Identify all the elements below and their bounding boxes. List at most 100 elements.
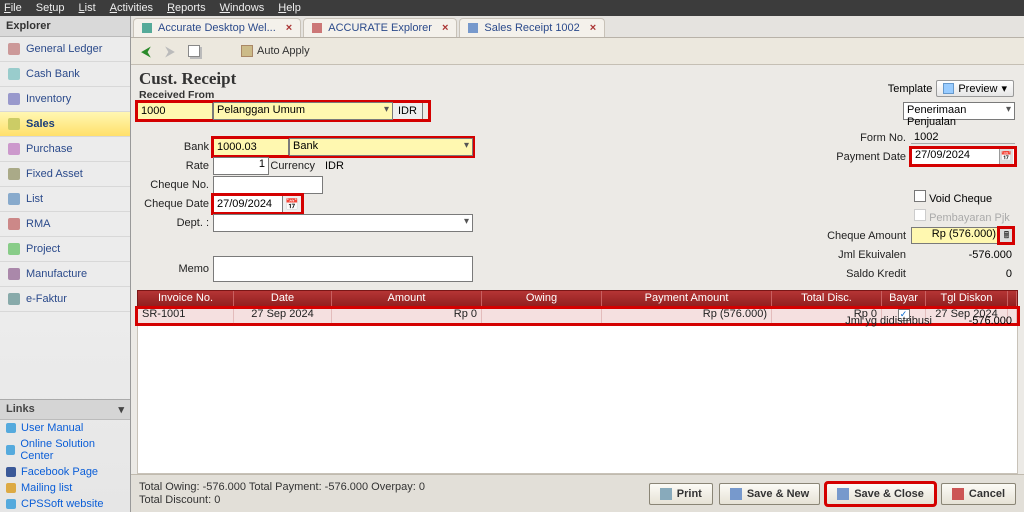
close-icon[interactable]: × — [590, 22, 596, 34]
bank-code-input[interactable] — [213, 138, 289, 156]
sidebar-item-cash-bank[interactable]: Cash Bank — [0, 62, 130, 87]
form-no-value: 1002 — [911, 131, 1015, 144]
cheque-amount-input[interactable]: Rp (576.000)🖩 — [911, 227, 1015, 244]
facebook-icon — [6, 467, 16, 477]
link-mailing-list[interactable]: Mailing list — [0, 480, 130, 496]
sidebar-item-list[interactable]: List — [0, 187, 130, 212]
col-date[interactable]: Date — [234, 291, 332, 307]
pembayaran-pjk-label: Pembayaran Pjk — [929, 212, 1010, 224]
customer-name-select[interactable]: Pelanggan Umum — [213, 102, 393, 120]
menubar: File Setup List Activities Reports Windo… — [0, 0, 1024, 16]
saldo-label: Saldo Kredit — [807, 268, 911, 280]
rate-value: 1 — [213, 157, 269, 175]
web-icon — [6, 499, 16, 509]
menu-help[interactable]: Help — [278, 2, 301, 14]
save-icon — [730, 488, 742, 500]
dept-label: Dept. : — [137, 217, 213, 229]
customer-code-input[interactable] — [137, 102, 213, 120]
cancel-icon — [952, 488, 964, 500]
sales-icon — [8, 118, 20, 130]
links-expand-icon[interactable]: ▾ — [118, 403, 124, 416]
menu-list[interactable]: List — [79, 2, 96, 14]
col-owing[interactable]: Owing — [482, 291, 602, 307]
sidebar-item-project[interactable]: Project — [0, 237, 130, 262]
cheque-date-input[interactable] — [213, 195, 283, 213]
calendar-button[interactable]: 📅 — [283, 195, 302, 213]
template-label: Template — [888, 83, 933, 95]
link-cpssoft[interactable]: CPSSoft website — [0, 496, 130, 512]
template-select[interactable]: Penerimaan Penjualan — [903, 102, 1015, 120]
mail-icon — [6, 483, 16, 493]
col-payment[interactable]: Payment Amount — [602, 291, 772, 307]
rate-label: Rate — [137, 160, 213, 172]
col-invoice-no[interactable]: Invoice No. — [138, 291, 234, 307]
tab-welcome[interactable]: Accurate Desktop Wel...× — [133, 18, 301, 37]
tab-sales-receipt[interactable]: Sales Receipt 1002× — [459, 18, 605, 37]
currency-value: IDR — [319, 160, 344, 172]
void-cheque-label: Void Cheque — [929, 193, 992, 205]
memo-label: Memo — [137, 263, 213, 275]
arrow-left-icon: ⮜ — [141, 43, 151, 60]
globe-icon — [6, 445, 15, 455]
menu-activities[interactable]: Activities — [110, 2, 153, 14]
sidebar-item-rma[interactable]: RMA — [0, 212, 130, 237]
currency-label: Currency — [269, 160, 319, 172]
print-button[interactable]: Print — [649, 483, 713, 505]
copy-button[interactable] — [185, 42, 203, 60]
sidebar-item-efaktur[interactable]: e-Faktur — [0, 287, 130, 312]
help-icon — [6, 423, 16, 433]
tab-explorer[interactable]: ACCURATE Explorer× — [303, 18, 457, 37]
main-area: Accurate Desktop Wel...× ACCURATE Explor… — [131, 16, 1024, 512]
menu-reports[interactable]: Reports — [167, 2, 206, 14]
menu-setup[interactable]: Setup — [36, 2, 65, 14]
payment-date-input[interactable]: 27/09/2024📅 — [911, 148, 1015, 165]
tab-icon — [312, 23, 322, 33]
nav-forward-button[interactable]: ⮞ — [161, 42, 179, 60]
save-close-button[interactable]: Save & Close — [826, 483, 935, 505]
list-icon — [8, 193, 20, 205]
tab-icon — [468, 23, 478, 33]
sidebar-title: Explorer — [0, 16, 130, 37]
sidebar-item-manufacture[interactable]: Manufacture — [0, 262, 130, 287]
auto-apply-button[interactable]: Auto Apply — [241, 45, 310, 57]
grid-empty-area — [137, 324, 1018, 474]
close-icon[interactable]: × — [442, 22, 448, 34]
cancel-button[interactable]: Cancel — [941, 483, 1016, 505]
cheque-no-input[interactable] — [213, 176, 323, 194]
sidebar-item-sales[interactable]: Sales — [0, 112, 130, 137]
close-icon[interactable]: × — [286, 22, 292, 34]
jml-dist-value: -576.000 — [937, 315, 1015, 327]
void-cheque-checkbox[interactable] — [914, 190, 926, 202]
menu-windows[interactable]: Windows — [220, 2, 265, 14]
link-facebook[interactable]: Facebook Page — [0, 464, 130, 480]
memo-input[interactable] — [213, 256, 473, 282]
sidebar-item-inventory[interactable]: Inventory — [0, 87, 130, 112]
ledger-icon — [8, 43, 20, 55]
menu-file[interactable]: File — [4, 2, 22, 14]
calendar-icon[interactable]: 📅 — [999, 149, 1013, 164]
copy-icon — [188, 45, 200, 57]
jml-ekuiv-value: -576.000 — [911, 249, 1015, 261]
form-no-label: Form No. — [807, 132, 911, 144]
save-new-button[interactable]: Save & New — [719, 483, 820, 505]
sidebar-item-purchase[interactable]: Purchase — [0, 137, 130, 162]
jml-ekuiv-label: Jml Ekuivalen — [807, 249, 911, 261]
sidebar-item-fixed-asset[interactable]: Fixed Asset — [0, 162, 130, 187]
bank-label: Bank — [137, 141, 213, 153]
col-amount[interactable]: Amount — [332, 291, 482, 307]
cheque-date-label: Cheque Date — [137, 198, 213, 210]
nav-back-button[interactable]: ⮜ — [137, 42, 155, 60]
calculator-button[interactable]: 🖩 — [999, 228, 1013, 243]
link-user-manual[interactable]: User Manual — [0, 420, 130, 436]
efaktur-icon — [8, 293, 20, 305]
saldo-value: 0 — [911, 268, 1015, 280]
calendar-icon: 📅 — [285, 198, 299, 211]
bank-name-select[interactable]: Bank — [289, 138, 473, 156]
preview-button[interactable]: Preview▾ — [936, 80, 1014, 97]
dept-select[interactable] — [213, 214, 473, 232]
sidebar-item-general-ledger[interactable]: General Ledger — [0, 37, 130, 62]
inventory-icon — [8, 93, 20, 105]
manufacture-icon — [8, 268, 20, 280]
footer: Total Owing: -576.000 Total Payment: -57… — [131, 474, 1024, 512]
link-solution-center[interactable]: Online Solution Center — [0, 436, 130, 464]
